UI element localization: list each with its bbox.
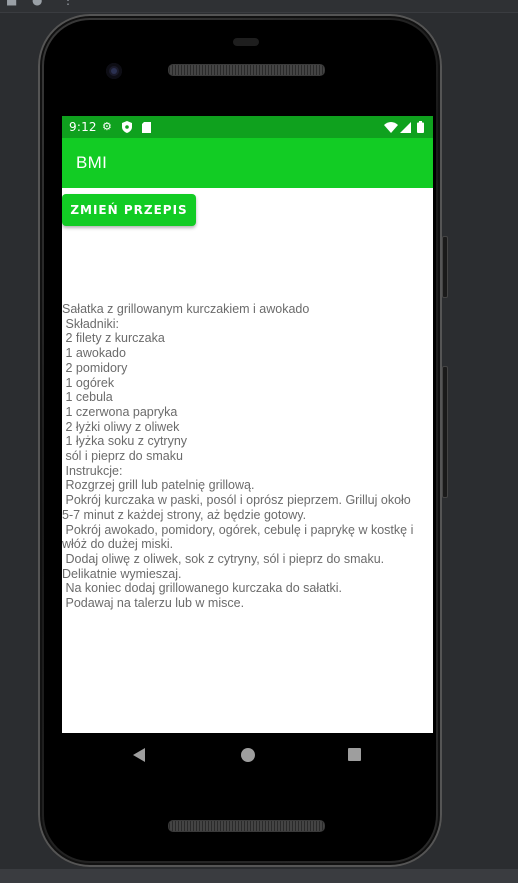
top-speaker-grill: [168, 64, 325, 76]
recipe-text: Sałatka z grillowanym kurczakiem i awoka…: [62, 302, 414, 611]
recents-icon[interactable]: [348, 748, 361, 761]
power-button[interactable]: [442, 236, 448, 298]
clock-icon[interactable]: ●: [32, 0, 42, 6]
home-icon[interactable]: [241, 748, 255, 762]
phone-frame: 9:12 ⚙ BMI ZMIEŃ PRZEPIS Sałatka z grill…: [38, 14, 442, 867]
emulator-toolbar: ■ ● ⋮: [0, 0, 518, 13]
earpiece: [233, 38, 259, 46]
device-screen: 9:12 ⚙ BMI ZMIEŃ PRZEPIS Sałatka z grill…: [62, 116, 433, 733]
navigation-bar: [62, 733, 433, 781]
status-time: 9:12: [69, 120, 97, 134]
front-camera-icon: [106, 63, 122, 79]
status-bar: 9:12 ⚙: [62, 116, 433, 138]
settings-gear-icon: ⚙: [102, 120, 112, 133]
emulator-stage: ■ ● ⋮ 9:12 ⚙ BMI ZMIEŃ PRZEPIS Sałatka z…: [0, 0, 518, 883]
signal-icon: [400, 118, 411, 136]
app-bar: BMI: [62, 138, 433, 188]
shield-icon: [122, 118, 132, 136]
back-icon[interactable]: [133, 748, 145, 762]
battery-icon: [417, 118, 424, 136]
sd-card-icon: [142, 118, 151, 136]
phone-bezel: 9:12 ⚙ BMI ZMIEŃ PRZEPIS Sałatka z grill…: [44, 20, 436, 861]
bottom-speaker-grill: [168, 820, 325, 832]
camera-record-icon[interactable]: ■: [6, 0, 17, 6]
emulator-bottom-bar: [0, 869, 518, 883]
change-recipe-button[interactable]: ZMIEŃ PRZEPIS: [62, 194, 196, 226]
volume-button[interactable]: [442, 366, 448, 498]
app-title: BMI: [76, 153, 108, 172]
wifi-icon: [384, 118, 398, 136]
more-options-icon[interactable]: ⋮: [62, 0, 74, 6]
